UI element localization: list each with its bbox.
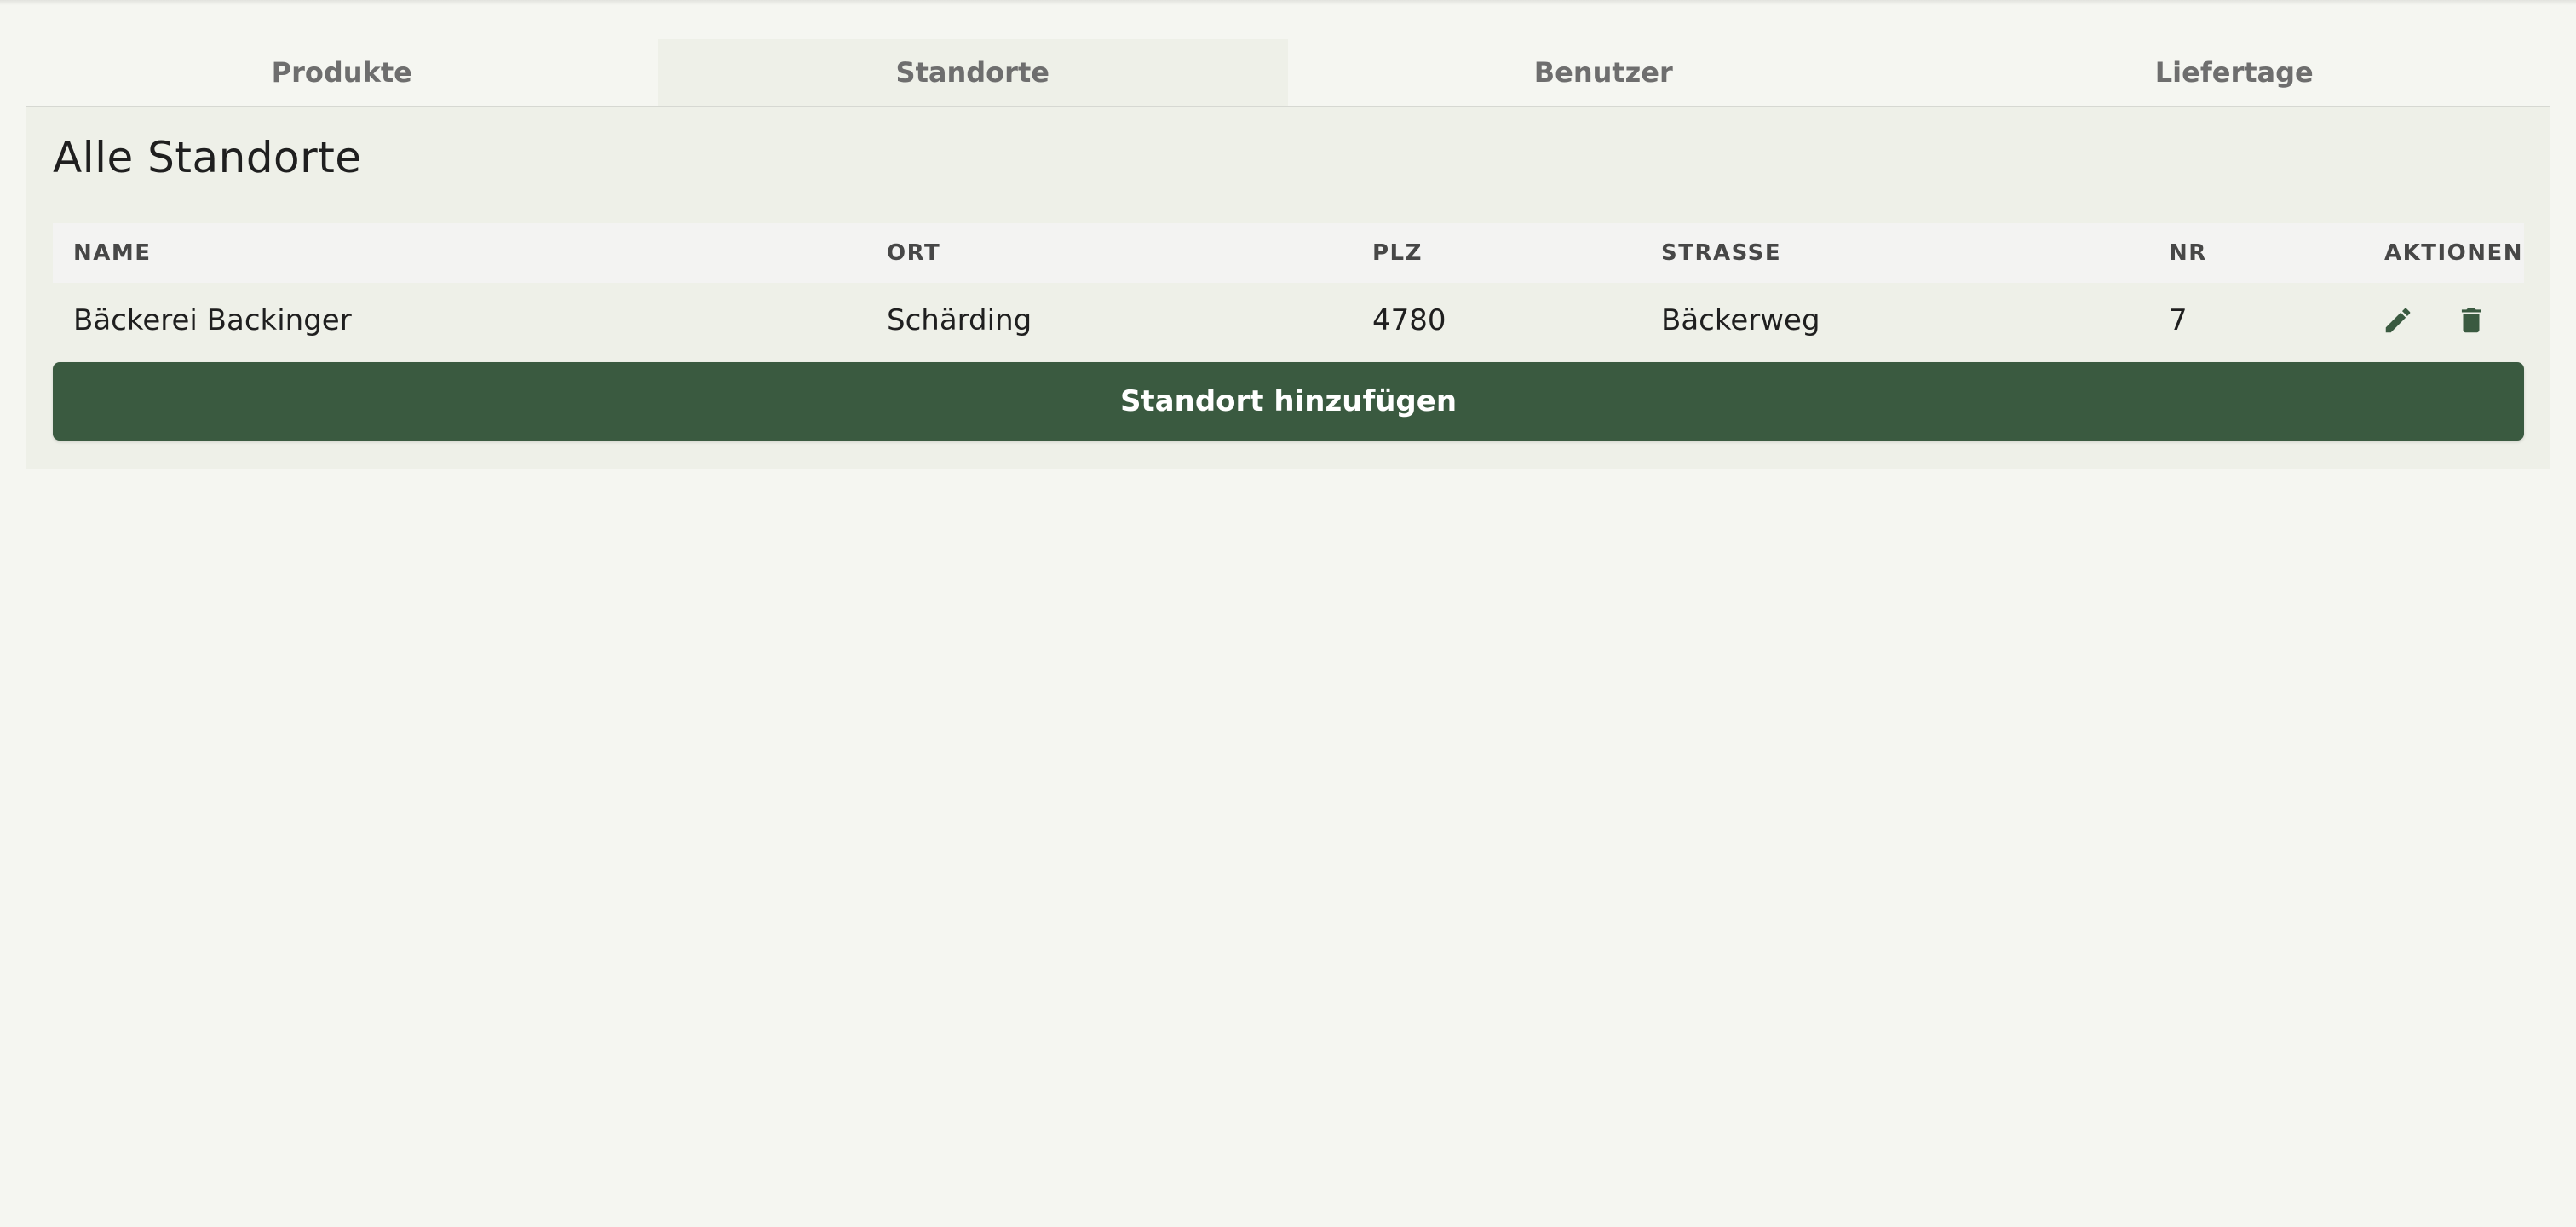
column-header-aktionen: AKTIONEN	[2384, 240, 2524, 266]
standorte-panel: Alle Standorte NAME ORT PLZ STRASSE NR A…	[26, 107, 2550, 469]
delete-button[interactable]	[2454, 303, 2488, 337]
column-header-nr: NR	[2169, 240, 2207, 266]
tab-liefertage[interactable]: Liefertage	[1919, 39, 2550, 106]
column-header-name: NAME	[73, 240, 152, 266]
cell-ort: Schärding	[887, 303, 1032, 337]
cell-plz: 4780	[1372, 303, 1446, 337]
table-header: NAME ORT PLZ STRASSE NR AKTIONEN	[53, 223, 2524, 283]
pencil-icon	[2385, 308, 2411, 333]
column-header-ort: ORT	[887, 240, 941, 266]
trash-icon	[2461, 308, 2481, 333]
column-header-plz: PLZ	[1372, 240, 1423, 266]
tab-benutzer[interactable]: Benutzer	[1288, 39, 1919, 106]
table-row: Bäckerei Backinger Schärding 4780 Bäcker…	[53, 283, 2524, 358]
cell-name: Bäckerei Backinger	[73, 303, 352, 337]
cell-strasse: Bäckerweg	[1661, 303, 1820, 337]
add-standort-button[interactable]: Standort hinzufügen	[53, 362, 2524, 441]
row-actions	[2381, 283, 2488, 358]
column-header-strasse: STRASSE	[1661, 240, 1782, 266]
page-title: Alle Standorte	[53, 133, 362, 182]
top-shadow	[0, 0, 2576, 5]
tab-bar: Produkte Standorte Benutzer Liefertage	[26, 39, 2550, 107]
cell-nr: 7	[2169, 303, 2188, 337]
tab-produkte[interactable]: Produkte	[26, 39, 658, 106]
tab-standorte[interactable]: Standorte	[657, 39, 1288, 106]
standorte-table: NAME ORT PLZ STRASSE NR AKTIONEN Bäckere…	[53, 223, 2524, 358]
edit-button[interactable]	[2381, 303, 2415, 337]
